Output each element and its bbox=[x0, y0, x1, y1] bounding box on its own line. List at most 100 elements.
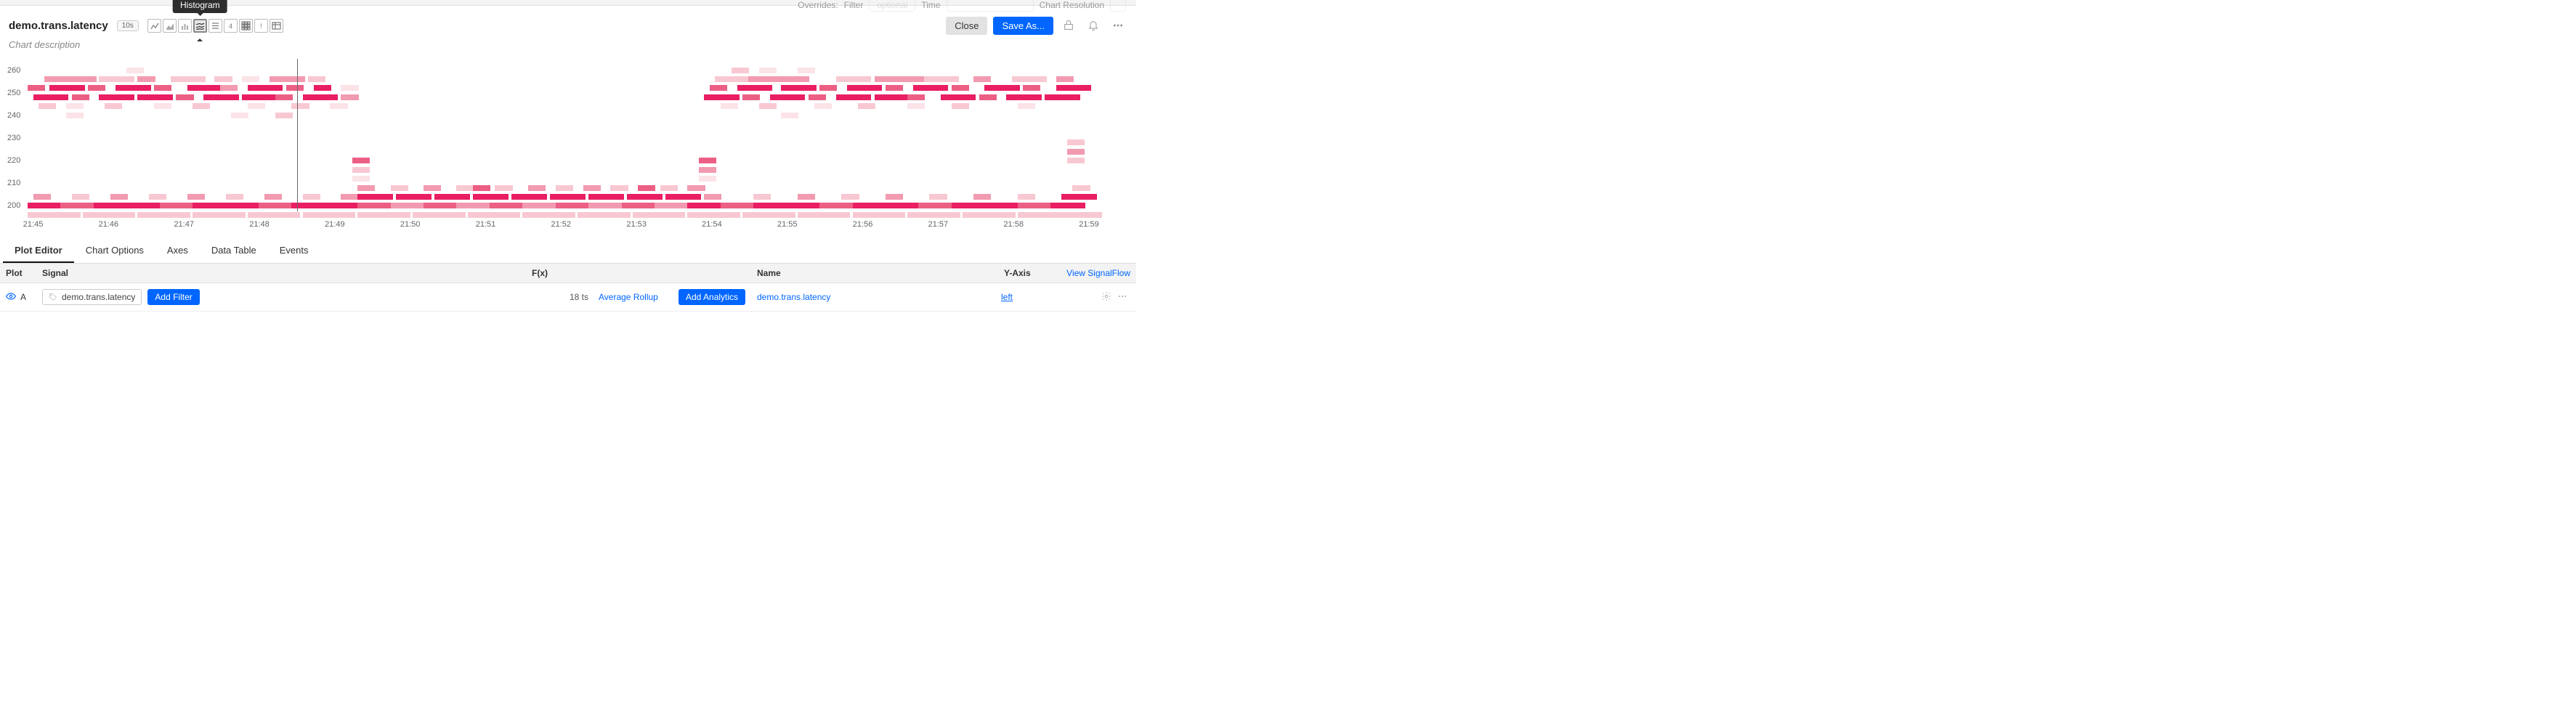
heatmap-cell bbox=[1018, 203, 1053, 208]
heatmap-cell bbox=[214, 76, 232, 82]
heatmap-cell bbox=[819, 85, 837, 91]
histogram-chart[interactable]: 200210220230240250260 bbox=[28, 59, 1127, 217]
yaxis-select[interactable]: left bbox=[998, 289, 1056, 305]
tab-axes[interactable]: Axes bbox=[155, 239, 200, 263]
plot-name[interactable]: demo.trans.latency bbox=[751, 289, 998, 305]
heatmap-cell bbox=[88, 85, 105, 91]
heatmap-cell bbox=[303, 194, 320, 200]
heatmap-cell bbox=[325, 203, 360, 208]
x-tick-label: 21:49 bbox=[325, 220, 345, 229]
heatmap-cell bbox=[1012, 76, 1047, 82]
heatmap-cell bbox=[352, 167, 370, 173]
x-tick-label: 21:45 bbox=[23, 220, 44, 229]
resolution-button[interactable] bbox=[1110, 0, 1126, 12]
heatmap-cell bbox=[753, 194, 771, 200]
heatmap-cell bbox=[193, 203, 227, 208]
time-input[interactable] bbox=[947, 0, 1034, 12]
chart-type-column-chart[interactable] bbox=[178, 19, 192, 33]
heatmap-cell bbox=[126, 68, 144, 73]
x-tick-label: 21:56 bbox=[853, 220, 873, 229]
visibility-toggle-icon[interactable] bbox=[6, 291, 16, 304]
chart-type-line-chart[interactable] bbox=[147, 19, 161, 33]
time-label: Time bbox=[921, 0, 940, 10]
heatmap-cell bbox=[137, 212, 190, 218]
heatmap-cell bbox=[1072, 185, 1090, 191]
heatmap-cell bbox=[391, 185, 408, 191]
heatmap-cell bbox=[203, 94, 238, 100]
gear-icon[interactable] bbox=[1101, 291, 1111, 304]
y-tick-label: 200 bbox=[7, 201, 20, 210]
chart-type-area-chart[interactable] bbox=[163, 19, 177, 33]
heatmap-cell bbox=[72, 194, 89, 200]
heatmap-cell bbox=[434, 194, 469, 200]
heatmap-cell bbox=[798, 194, 815, 200]
tab-events[interactable]: Events bbox=[268, 239, 320, 263]
heatmap-cell bbox=[264, 194, 282, 200]
tab-chart-options[interactable]: Chart Options bbox=[74, 239, 155, 263]
plot-id: A bbox=[20, 292, 26, 302]
interval-badge: 10s bbox=[117, 20, 139, 31]
chart-type-text-chart[interactable]: ! bbox=[254, 19, 268, 33]
chart-type-heatmap-chart[interactable] bbox=[239, 19, 253, 33]
heatmap-cell bbox=[886, 194, 903, 200]
add-filter-button[interactable]: Add Filter bbox=[147, 289, 199, 305]
close-button[interactable]: Close bbox=[946, 17, 987, 35]
heatmap-cell bbox=[33, 194, 51, 200]
heatmap-cell bbox=[787, 203, 822, 208]
heatmap-cell bbox=[1067, 139, 1085, 145]
plot-row: A demo.trans.latency Add Filter 18 ts Av… bbox=[0, 283, 1136, 312]
heatmap-cell bbox=[511, 194, 546, 200]
chart-type-list-chart[interactable] bbox=[208, 19, 222, 33]
heatmap-cell bbox=[704, 94, 739, 100]
heatmap-cell bbox=[929, 194, 947, 200]
time-cursor[interactable] bbox=[297, 59, 298, 211]
heatmap-cell bbox=[424, 185, 441, 191]
heatmap-cell bbox=[149, 194, 166, 200]
heatmap-cell bbox=[160, 203, 195, 208]
bell-icon[interactable] bbox=[1084, 16, 1103, 35]
share-icon[interactable] bbox=[1059, 16, 1078, 35]
view-signalflow-link[interactable]: View SignalFlow bbox=[1056, 264, 1136, 283]
heatmap-cell bbox=[875, 94, 910, 100]
chart-type-table-chart[interactable] bbox=[270, 19, 283, 33]
heatmap-cell bbox=[721, 103, 738, 109]
heatmap-cell bbox=[424, 203, 458, 208]
heatmap-cell bbox=[973, 76, 991, 82]
heatmap-cell bbox=[847, 85, 882, 91]
heatmap-cell bbox=[154, 85, 171, 91]
filter-input[interactable]: optional bbox=[869, 0, 915, 12]
tab-plot-editor[interactable]: Plot Editor bbox=[3, 239, 74, 263]
save-as-button[interactable]: Save As... bbox=[993, 17, 1053, 35]
heatmap-cell bbox=[814, 103, 832, 109]
heatmap-cell bbox=[220, 85, 238, 91]
heatmap-cell bbox=[248, 212, 301, 218]
heatmap-cell bbox=[72, 94, 89, 100]
heatmap-cell bbox=[588, 203, 623, 208]
heatmap-cell bbox=[110, 194, 128, 200]
heatmap-cell bbox=[456, 203, 491, 208]
heatmap-cell bbox=[522, 203, 557, 208]
signal-chip[interactable]: demo.trans.latency bbox=[42, 289, 142, 305]
chart-type-single-value-chart[interactable]: 4 bbox=[224, 19, 238, 33]
more-icon[interactable] bbox=[1109, 16, 1127, 35]
heatmap-cell bbox=[248, 85, 283, 91]
more-icon[interactable] bbox=[1117, 291, 1127, 304]
svg-text:4: 4 bbox=[229, 23, 232, 30]
heatmap-cell bbox=[875, 76, 928, 82]
heatmap-cell bbox=[231, 113, 248, 118]
heatmap-cell bbox=[963, 212, 1016, 218]
heatmap-cell bbox=[798, 212, 851, 218]
chart-description[interactable]: Chart description bbox=[0, 39, 1136, 56]
heatmap-cell bbox=[952, 103, 969, 109]
chart-type-histogram[interactable]: Histogram bbox=[193, 19, 207, 33]
chart-title: demo.trans.latency bbox=[9, 20, 108, 32]
rollup-select[interactable]: Average Rollup bbox=[599, 292, 679, 302]
tab-data-table[interactable]: Data Table bbox=[200, 239, 268, 263]
heatmap-cell bbox=[770, 94, 805, 100]
heatmap-cell bbox=[583, 185, 601, 191]
add-analytics-button[interactable]: Add Analytics bbox=[679, 289, 745, 305]
heatmap-cell bbox=[781, 85, 816, 91]
heatmap-cell bbox=[627, 194, 662, 200]
heatmap-cell bbox=[352, 176, 370, 182]
x-tick-label: 21:54 bbox=[702, 220, 722, 229]
